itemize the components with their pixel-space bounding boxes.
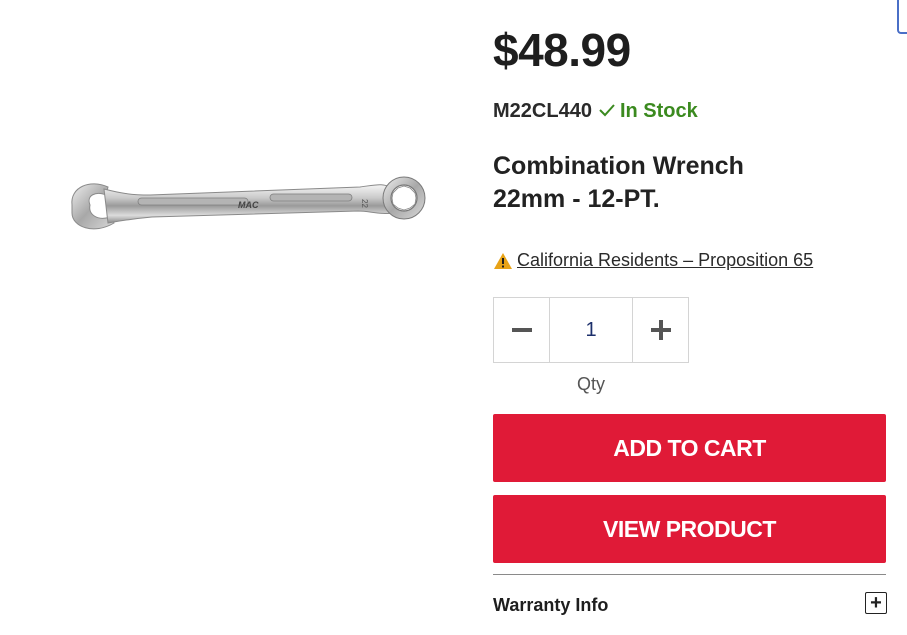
section-divider bbox=[493, 574, 886, 575]
prop65-notice: California Residents – Proposition 65 bbox=[493, 248, 813, 272]
svg-text:MAC: MAC bbox=[238, 200, 259, 210]
view-product-button[interactable]: VIEW PRODUCT bbox=[493, 495, 886, 563]
warranty-accordion[interactable]: Warranty Info + bbox=[493, 591, 887, 619]
warning-triangle-icon bbox=[494, 253, 512, 269]
product-image: MAC 22 bbox=[60, 165, 440, 255]
minus-icon bbox=[511, 328, 532, 332]
quantity-input[interactable] bbox=[550, 298, 632, 362]
quantity-stepper bbox=[493, 297, 689, 363]
quantity-decrease-button[interactable] bbox=[494, 298, 550, 362]
svg-text:22: 22 bbox=[360, 199, 369, 208]
product-title-line1: Combination Wrench bbox=[493, 152, 744, 180]
product-sku: M22CL440 bbox=[493, 100, 592, 122]
add-to-cart-button[interactable]: ADD TO CART bbox=[493, 414, 886, 482]
expand-plus-icon[interactable]: + bbox=[865, 592, 887, 614]
product-title-line2: 22mm - 12-PT. bbox=[493, 185, 660, 213]
product-price: $48.99 bbox=[493, 24, 631, 76]
quantity-increase-button[interactable] bbox=[632, 298, 688, 362]
checkmark-icon bbox=[599, 104, 615, 117]
warranty-label: Warranty Info bbox=[493, 595, 609, 615]
prop65-link[interactable]: California Residents – Proposition 65 bbox=[517, 250, 813, 270]
stock-status: In Stock bbox=[619, 100, 698, 122]
quantity-label: Qty bbox=[576, 374, 605, 394]
corner-widget-edge[interactable] bbox=[897, 0, 907, 34]
sku-stock-row: M22CL440 In Stock bbox=[493, 98, 698, 124]
product-quickview: MAC 22 $48.99 M22CL440 In Stock Combinati… bbox=[0, 0, 907, 635]
product-title: Combination Wrench 22mm - 12-PT. bbox=[493, 150, 744, 216]
combination-wrench-image: MAC 22 bbox=[71, 176, 426, 230]
plus-icon bbox=[650, 320, 671, 340]
